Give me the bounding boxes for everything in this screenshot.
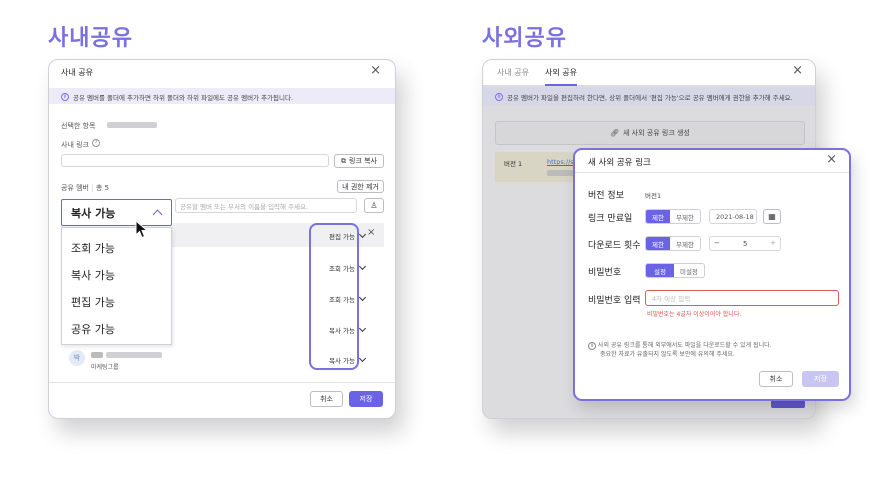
copy-link-button[interactable]: ⧉ 링크 복사 [334,154,384,168]
info-icon: i [588,342,596,350]
permission-dropdown-menu: 조회 가능 복사 가능 편집 가능 공유 가능 [61,227,172,345]
avatar: 박 [69,350,85,366]
add-member-button[interactable]: ♙ [364,198,384,213]
new-external-link-modal: 새 사외 공유 링크 × 버전 정보 버전1 링크 만료일 제한 무제한 202… [573,148,851,401]
password-input[interactable]: 4자 이상 입력 [645,290,839,306]
chevron-down-icon [358,354,367,363]
save-button[interactable]: 저장 [802,371,839,387]
link-row: 버전 1 https://sl [495,152,585,182]
download-toggle[interactable]: 제한 무제한 [645,236,701,251]
remove-my-permission-button[interactable]: 내 권한 제거 [337,180,384,193]
footer-divider [49,382,395,383]
member-dept: 마케팅그룹 [91,364,119,371]
internal-link-label: 사내 링크 [61,141,89,149]
calendar-icon: ▦ [768,212,776,221]
info-icon: i [61,93,69,101]
user-add-icon: ♙ [370,201,378,210]
info-icon: i [495,93,503,101]
close-icon[interactable]: × [792,63,803,78]
external-share-heading: 사외공유 [482,26,567,51]
password-input-label: 비밀번호 입력 [588,296,641,306]
dropdown-option-copy[interactable]: 복사 가능 [71,267,115,283]
minus-icon[interactable]: − [714,239,720,247]
download-count-stepper[interactable]: − 5 + [709,236,781,251]
chevron-up-icon [152,209,163,220]
chevron-down-icon [358,293,367,302]
copy-icon: ⧉ [341,156,346,165]
calendar-button[interactable]: ▦ [763,209,781,224]
member-name-placeholder [91,352,103,358]
internal-link-field[interactable] [61,154,329,167]
selected-item-label: 선택한 항목 [61,122,96,130]
tab-bar [483,60,815,86]
remove-member-icon[interactable]: × [367,227,375,238]
password-label: 비밀번호 [588,268,622,278]
footnote: i 사외 공유 링크를 통해 외부에서도 파일을 다운로드할 수 있게 됩니다.… [588,341,772,359]
dropdown-option-edit[interactable]: 편집 가능 [71,294,115,310]
hidden-save-button-edge [771,400,805,408]
dropdown-option-share[interactable]: 공유 가능 [71,321,115,337]
chevron-down-icon [358,262,367,271]
close-icon[interactable]: × [370,63,381,78]
permission-select-5[interactable]: 복사 가능 [329,354,367,365]
help-icon[interactable]: ? [92,139,100,147]
password-option-set[interactable]: 설정 [646,264,674,277]
chevron-down-icon [358,230,367,239]
close-icon[interactable]: × [826,152,837,167]
download-option-limit[interactable]: 제한 [646,237,670,250]
tab-external[interactable]: 사외 공유 [545,67,577,86]
notice-text: 공유 멤버를 폴더에 추가하면 하위 폴더와 하위 파일에도 공유 멤버가 추가… [73,94,294,102]
expiry-option-unlimited[interactable]: 무제한 [669,210,700,223]
modal-header-divider [575,172,849,173]
expiry-date-field[interactable]: 2021-08-18 [709,209,757,224]
download-option-unlimited[interactable]: 무제한 [669,237,700,250]
password-error: 비밀번호는 4글자 이상이어야 합니다. [647,311,742,318]
expiry-toggle[interactable]: 제한 무제한 [645,209,701,224]
save-button[interactable]: 저장 [349,391,383,407]
permission-select-4[interactable]: 복사 가능 [329,324,367,335]
permission-dropdown-trigger[interactable]: 복사 가능 [61,199,172,226]
notice: i 공유 멤버를 폴더에 추가하면 하위 폴더와 하위 파일에도 공유 멤버가 … [61,92,293,102]
version-label: 버전 정보 [588,191,624,201]
create-link-button[interactable]: 🔗︎ 새 사외 공유 링크 생성 [495,121,805,145]
permission-select-1[interactable]: 편집 가능 [329,230,367,241]
selected-item-placeholder [107,122,157,128]
expiry-option-limit[interactable]: 제한 [646,210,670,223]
chevron-down-icon [358,324,367,333]
dropdown-option-view[interactable]: 조회 가능 [71,240,115,256]
expiry-label: 링크 만료일 [588,214,633,224]
plus-icon[interactable]: + [770,239,776,247]
password-toggle[interactable]: 설정 미설정 [645,263,705,278]
password-option-unset[interactable]: 미설정 [673,264,704,277]
permission-select-2[interactable]: 조회 가능 [329,262,367,273]
member-search-input[interactable]: 공유할 멤버 또는 부서의 이름을 입력해 주세요. [175,198,357,213]
tab-internal[interactable]: 사내 공유 [497,67,529,78]
internal-share-heading: 사내공유 [48,26,133,51]
dialog-title: 사내 공유 [61,68,93,77]
cancel-button[interactable]: 취소 [759,371,793,387]
notice-text: 공유 멤버가 파일을 편집하려 한다면, 상위 폴더에서 '편집 가능'으로 공… [507,94,793,102]
download-count-label: 다운로드 횟수 [588,241,641,251]
permission-select-3[interactable]: 조회 가능 [329,293,367,304]
link-icon: 🔗︎ [610,129,619,137]
cancel-button[interactable]: 취소 [310,391,343,407]
mouse-cursor-icon [135,220,149,239]
members-label: 공유 멤버 | 총 5 [61,184,109,192]
notice: i 공유 멤버가 파일을 편집하려 한다면, 상위 폴더에서 '편집 가능'으로… [495,92,793,102]
version-value: 버전1 [645,192,662,200]
member-email-placeholder [106,352,162,358]
modal-title: 새 사외 공유 링크 [588,158,651,168]
